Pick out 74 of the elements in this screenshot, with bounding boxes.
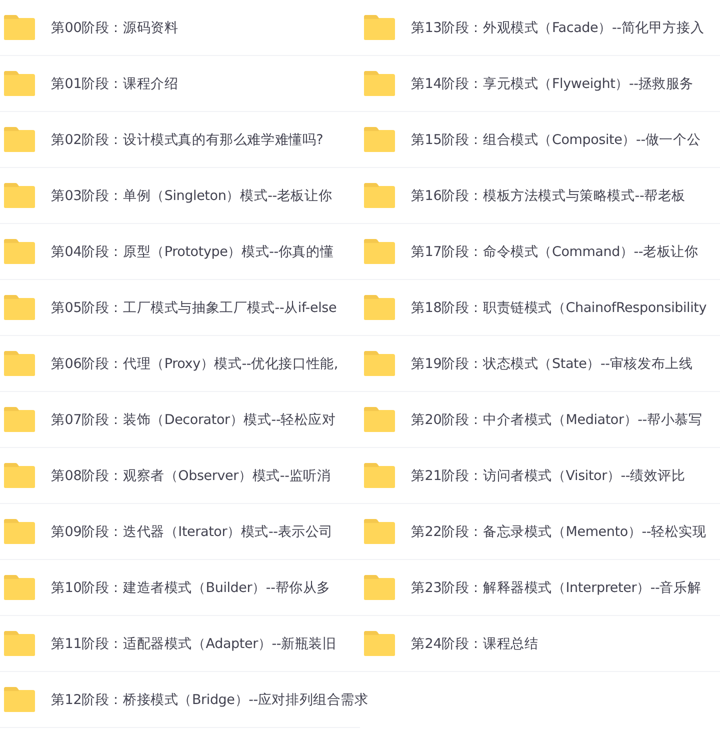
folder-name: 第11阶段：适配器模式（Adapter）--新瓶装旧 xyxy=(51,634,336,652)
folder-row[interactable]: 第10阶段：建造者模式（Builder）--帮你从多 xyxy=(0,560,360,616)
folder-icon xyxy=(363,350,396,377)
folder-name: 第17阶段：命令模式（Command）--老板让你 xyxy=(411,242,698,260)
folder-row[interactable]: 第05阶段：工厂模式与抽象工厂模式--从if-else xyxy=(0,280,360,336)
folder-name: 第01阶段：课程介绍 xyxy=(51,74,178,92)
folder-name: 第13阶段：外观模式（Facade）--简化甲方接入 xyxy=(411,18,704,36)
folder-icon xyxy=(3,630,36,657)
folder-row[interactable]: 第08阶段：观察者（Observer）模式--监听消 xyxy=(0,448,360,504)
folder-row[interactable]: 第19阶段：状态模式（State）--审核发布上线 xyxy=(360,336,720,392)
folder-icon xyxy=(363,518,396,545)
folder-row[interactable]: 第02阶段：设计模式真的有那么难学难懂吗? xyxy=(0,112,360,168)
folder-row[interactable]: 第13阶段：外观模式（Facade）--简化甲方接入 xyxy=(360,0,720,56)
folder-icon xyxy=(3,294,36,321)
folder-row[interactable]: 第18阶段：职责链模式（ChainofResponsibility xyxy=(360,280,720,336)
folder-name: 第15阶段：组合模式（Composite）--做一个公 xyxy=(411,130,701,148)
folder-icon xyxy=(363,182,396,209)
folder-row[interactable]: 第07阶段：装饰（Decorator）模式--轻松应对 xyxy=(0,392,360,448)
folder-row[interactable]: 第06阶段：代理（Proxy）模式--优化接口性能, xyxy=(0,336,360,392)
folder-icon xyxy=(363,294,396,321)
folder-row[interactable]: 第21阶段：访问者模式（Visitor）--绩效评比 xyxy=(360,448,720,504)
folder-icon xyxy=(363,462,396,489)
folder-name: 第20阶段：中介者模式（Mediator）--帮小慕写 xyxy=(411,410,702,428)
folder-icon xyxy=(3,406,36,433)
folder-name: 第06阶段：代理（Proxy）模式--优化接口性能, xyxy=(51,354,338,372)
folder-name: 第12阶段：桥接模式（Bridge）--应对排列组合需求 xyxy=(51,690,368,708)
folder-name: 第02阶段：设计模式真的有那么难学难懂吗? xyxy=(51,130,324,148)
folder-name: 第21阶段：访问者模式（Visitor）--绩效评比 xyxy=(411,466,686,484)
folder-icon xyxy=(363,126,396,153)
folder-name: 第14阶段：享元模式（Flyweight）--拯救服务 xyxy=(411,74,694,92)
folder-row[interactable]: 第09阶段：迭代器（Iterator）模式--表示公司 xyxy=(0,504,360,560)
folder-icon xyxy=(363,14,396,41)
folder-name: 第00阶段：源码资料 xyxy=(51,18,178,36)
folder-icon xyxy=(363,70,396,97)
folder-icon xyxy=(3,14,36,41)
folder-name: 第05阶段：工厂模式与抽象工厂模式--从if-else xyxy=(51,298,337,316)
folder-name: 第08阶段：观察者（Observer）模式--监听消 xyxy=(51,466,331,484)
folder-name: 第24阶段：课程总结 xyxy=(411,634,538,652)
folder-icon xyxy=(3,238,36,265)
folder-icon xyxy=(3,462,36,489)
folder-name: 第19阶段：状态模式（State）--审核发布上线 xyxy=(411,354,693,372)
folder-icon xyxy=(363,630,396,657)
folder-row[interactable]: 第15阶段：组合模式（Composite）--做一个公 xyxy=(360,112,720,168)
folder-icon xyxy=(363,574,396,601)
folder-name: 第16阶段：模板方法模式与策略模式--帮老板 xyxy=(411,186,686,204)
folder-icon xyxy=(3,70,36,97)
folder-row[interactable]: 第01阶段：课程介绍 xyxy=(0,56,360,112)
folder-name: 第10阶段：建造者模式（Builder）--帮你从多 xyxy=(51,578,330,596)
folder-icon xyxy=(363,238,396,265)
folder-name: 第04阶段：原型（Prototype）模式--你真的懂 xyxy=(51,242,334,260)
folder-row[interactable]: 第23阶段：解释器模式（Interpreter）--音乐解 xyxy=(360,560,720,616)
folder-name: 第18阶段：职责链模式（ChainofResponsibility xyxy=(411,298,707,316)
folder-name: 第22阶段：备忘录模式（Memento）--轻松实现 xyxy=(411,522,706,540)
folder-row[interactable]: 第03阶段：单例（Singleton）模式--老板让你 xyxy=(0,168,360,224)
folder-row[interactable]: 第16阶段：模板方法模式与策略模式--帮老板 xyxy=(360,168,720,224)
folder-name: 第07阶段：装饰（Decorator）模式--轻松应对 xyxy=(51,410,336,428)
folder-icon xyxy=(3,518,36,545)
folder-row[interactable]: 第17阶段：命令模式（Command）--老板让你 xyxy=(360,224,720,280)
folder-icon xyxy=(3,350,36,377)
folder-icon xyxy=(3,182,36,209)
folder-name: 第23阶段：解释器模式（Interpreter）--音乐解 xyxy=(411,578,702,596)
folder-row[interactable]: 第24阶段：课程总结 xyxy=(360,616,720,672)
folder-row[interactable]: 第22阶段：备忘录模式（Memento）--轻松实现 xyxy=(360,504,720,560)
folder-icon xyxy=(3,574,36,601)
folder-row[interactable]: 第11阶段：适配器模式（Adapter）--新瓶装旧 xyxy=(0,616,360,672)
folder-name: 第03阶段：单例（Singleton）模式--老板让你 xyxy=(51,186,332,204)
folder-icon xyxy=(3,126,36,153)
folder-name: 第09阶段：迭代器（Iterator）模式--表示公司 xyxy=(51,522,334,540)
folder-row[interactable]: 第04阶段：原型（Prototype）模式--你真的懂 xyxy=(0,224,360,280)
folder-icon xyxy=(3,686,36,713)
folder-row[interactable]: 第20阶段：中介者模式（Mediator）--帮小慕写 xyxy=(360,392,720,448)
folder-row[interactable]: 第14阶段：享元模式（Flyweight）--拯救服务 xyxy=(360,56,720,112)
folder-row[interactable]: 第00阶段：源码资料 xyxy=(0,0,360,56)
folder-icon xyxy=(363,406,396,433)
